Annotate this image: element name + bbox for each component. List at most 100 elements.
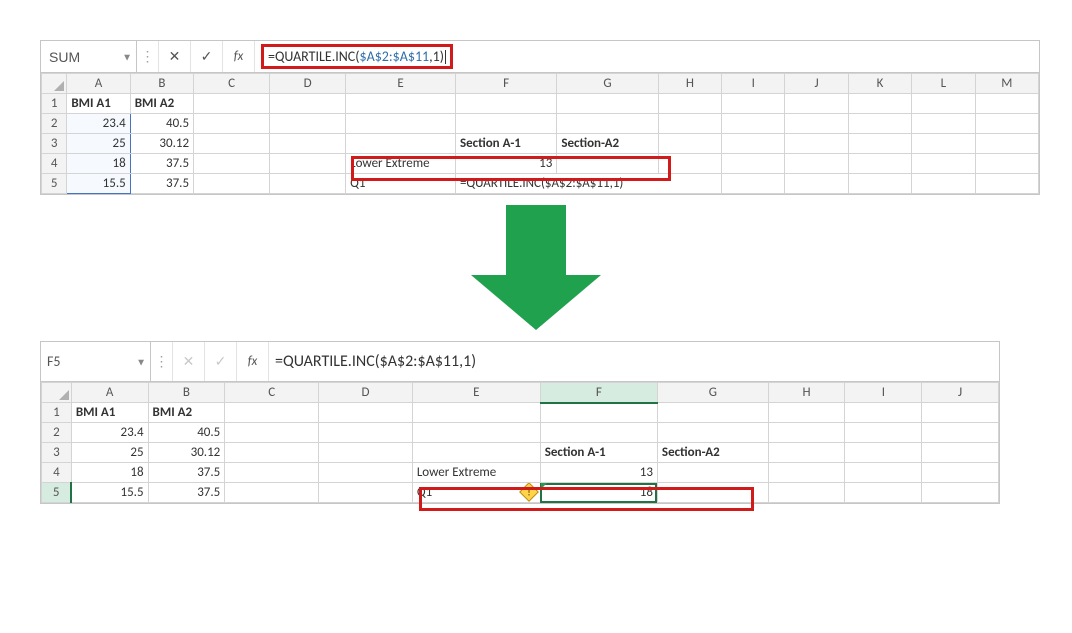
cell[interactable] [912, 114, 975, 134]
cell-A5[interactable]: 15.5 [71, 483, 148, 503]
cell[interactable] [225, 463, 319, 483]
spreadsheet-grid-bottom[interactable]: A B C D E F G H I J 1 BMI A1 BMI A2 2 23… [41, 382, 999, 503]
cell[interactable] [845, 443, 922, 463]
cell[interactable] [912, 134, 975, 154]
name-box-input[interactable] [47, 48, 105, 66]
col-hdr-F[interactable]: F [455, 74, 556, 94]
cell[interactable] [922, 483, 999, 503]
chevron-down-icon[interactable]: ▼ [122, 50, 132, 63]
cell[interactable] [194, 94, 270, 114]
fx-icon[interactable]: fx [223, 41, 255, 72]
cell[interactable] [225, 483, 319, 503]
cell[interactable] [270, 114, 346, 134]
cell[interactable] [225, 423, 319, 443]
cell-B1[interactable]: BMI A2 [148, 403, 225, 423]
chevron-down-icon[interactable]: ▼ [136, 355, 146, 368]
cell[interactable] [785, 174, 848, 194]
row-hdr-2[interactable]: 2 [42, 423, 72, 443]
formula-input[interactable]: =QUARTILE.INC($A$2:$A$11,1) [255, 41, 1039, 72]
row-hdr-5[interactable]: 5 [42, 174, 67, 194]
row-hdr-1[interactable]: 1 [42, 403, 72, 423]
cell[interactable] [319, 423, 413, 443]
cell[interactable] [845, 463, 922, 483]
cell[interactable] [848, 154, 911, 174]
cell-B2[interactable]: 40.5 [148, 423, 225, 443]
cell[interactable] [455, 114, 556, 134]
cell[interactable] [912, 154, 975, 174]
cell[interactable] [540, 403, 657, 423]
cell[interactable] [912, 94, 975, 114]
row-hdr-4[interactable]: 4 [42, 154, 67, 174]
cell[interactable] [194, 174, 270, 194]
cell[interactable] [658, 134, 721, 154]
cell[interactable] [657, 423, 768, 443]
cell-F4[interactable]: 13 [455, 154, 556, 174]
cell[interactable] [455, 94, 556, 114]
cell-A3[interactable]: 25 [71, 443, 148, 463]
cell[interactable] [270, 174, 346, 194]
col-hdr-K[interactable]: K [848, 74, 911, 94]
cell[interactable] [722, 174, 785, 194]
spreadsheet-grid-top[interactable]: A B C D E F G H I J K L M 1 BMI A1 BMI A… [41, 73, 1039, 194]
cell-F3[interactable]: Section A-1 [455, 134, 556, 154]
col-hdr-F[interactable]: F [540, 383, 657, 403]
cell[interactable] [194, 134, 270, 154]
cell-A2[interactable]: 23.4 [71, 423, 148, 443]
cell-F5[interactable]: 18 [540, 483, 657, 503]
col-hdr-B[interactable]: B [148, 383, 225, 403]
cell-F5-editing[interactable]: =QUARTILE.INC($A$2:$A$11,1) [455, 174, 721, 194]
warning-icon[interactable] [522, 485, 536, 503]
col-hdr-J[interactable]: J [785, 74, 848, 94]
cell[interactable] [319, 483, 413, 503]
cell[interactable] [194, 154, 270, 174]
cell[interactable] [658, 94, 721, 114]
row-hdr-5[interactable]: 5 [42, 483, 72, 503]
col-hdr-H[interactable]: H [658, 74, 721, 94]
cell[interactable] [785, 94, 848, 114]
col-hdr-D[interactable]: D [270, 74, 346, 94]
select-all-corner[interactable] [42, 383, 72, 403]
cell[interactable] [785, 134, 848, 154]
cell[interactable] [319, 443, 413, 463]
cell[interactable] [194, 114, 270, 134]
formula-input[interactable]: =QUARTILE.INC($A$2:$A$11,1) [269, 342, 999, 381]
cell-G3[interactable]: Section-A2 [657, 443, 768, 463]
cell-E4[interactable]: Lower Extreme [346, 154, 456, 174]
col-hdr-I[interactable]: I [722, 74, 785, 94]
cell[interactable] [722, 114, 785, 134]
cancel-formula-button[interactable]: ✕ [159, 41, 191, 72]
cell-A4[interactable]: 18 [71, 463, 148, 483]
cell[interactable] [658, 114, 721, 134]
col-hdr-G[interactable]: G [657, 383, 768, 403]
row-hdr-1[interactable]: 1 [42, 94, 67, 114]
cell[interactable] [768, 463, 845, 483]
cell[interactable] [975, 114, 1039, 134]
cell-B5[interactable]: 37.5 [130, 174, 193, 194]
row-hdr-4[interactable]: 4 [42, 463, 72, 483]
cell[interactable] [848, 114, 911, 134]
col-hdr-A[interactable]: A [71, 383, 148, 403]
cell[interactable] [557, 114, 658, 134]
cell[interactable] [658, 154, 721, 174]
col-hdr-D[interactable]: D [319, 383, 413, 403]
cell[interactable] [848, 174, 911, 194]
cell[interactable] [657, 463, 768, 483]
cell-A4[interactable]: 18 [67, 154, 130, 174]
cell-B3[interactable]: 30.12 [130, 134, 193, 154]
cell-G3[interactable]: Section-A2 [557, 134, 658, 154]
col-hdr-H[interactable]: H [768, 383, 845, 403]
cell-F3[interactable]: Section A-1 [540, 443, 657, 463]
col-hdr-B[interactable]: B [130, 74, 193, 94]
cell[interactable] [912, 174, 975, 194]
cell[interactable] [319, 403, 413, 423]
col-hdr-C[interactable]: C [194, 74, 270, 94]
col-hdr-J[interactable]: J [922, 383, 999, 403]
col-hdr-C[interactable]: C [225, 383, 319, 403]
cell[interactable] [270, 154, 346, 174]
row-hdr-2[interactable]: 2 [42, 114, 67, 134]
cell[interactable] [845, 403, 922, 423]
cell[interactable] [557, 94, 658, 114]
col-hdr-M[interactable]: M [975, 74, 1039, 94]
cell[interactable] [319, 463, 413, 483]
cell[interactable] [346, 94, 456, 114]
